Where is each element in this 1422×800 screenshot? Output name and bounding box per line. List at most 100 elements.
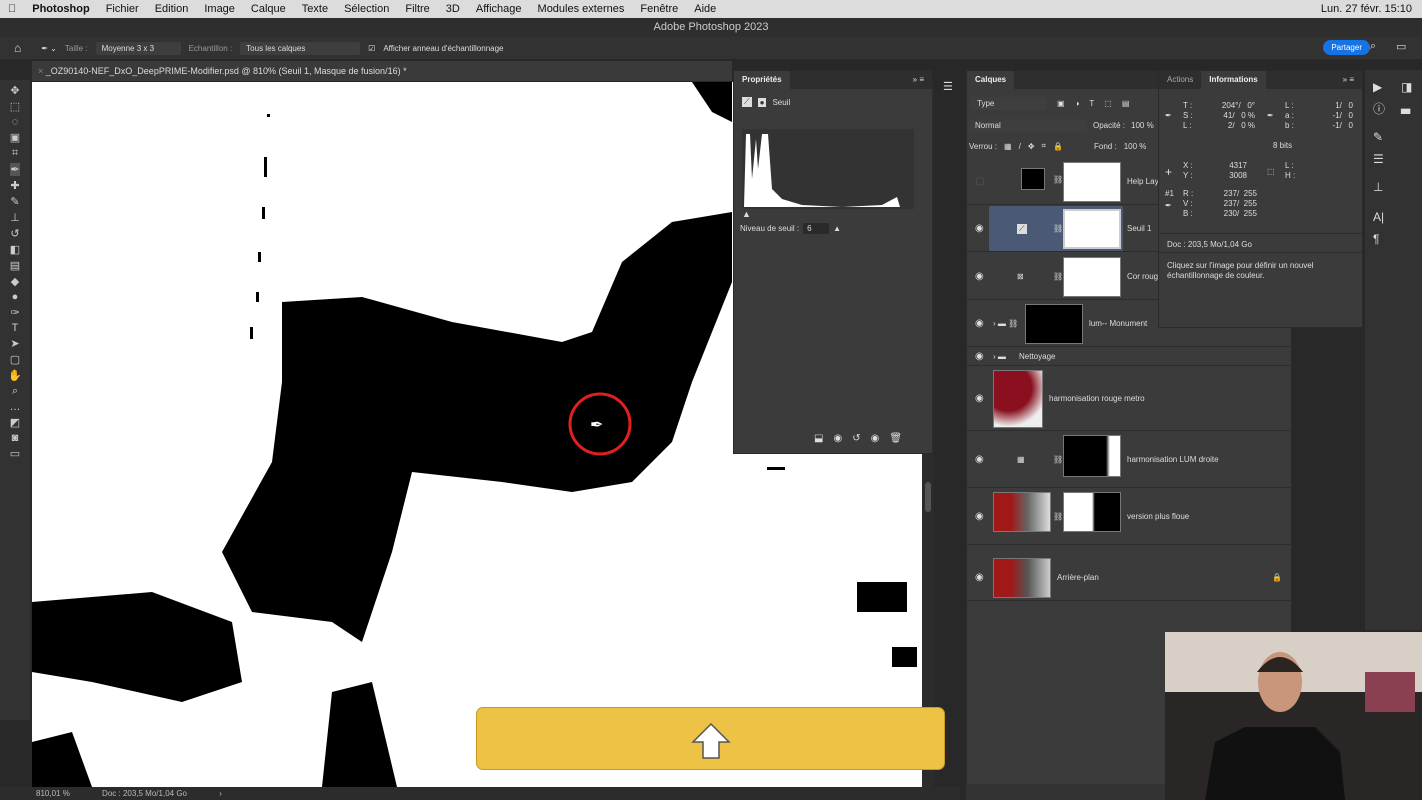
layer-group-row[interactable]: ◉ › ▬ Nettoyage — [967, 348, 1293, 366]
layer-mask-thumb[interactable] — [1063, 257, 1121, 297]
share-button[interactable]: Partager — [1323, 40, 1370, 55]
group-mask-thumb[interactable] — [1025, 304, 1083, 344]
more-tools-icon[interactable]: … — [10, 401, 21, 413]
size-select[interactable]: Moyenne 3 x 3 — [95, 41, 181, 55]
panel-menu-icon[interactable]: » ≡ — [1335, 71, 1362, 89]
layer-name[interactable]: Help Lay — [1127, 177, 1159, 186]
eye-icon[interactable]: ◉ — [975, 223, 984, 234]
info-icon[interactable]: ⓘ — [1373, 100, 1385, 117]
layer-name[interactable]: Nettoyage — [1019, 352, 1055, 361]
eye-icon[interactable]: ◉ — [975, 271, 984, 282]
layer-row[interactable]: ◉ harmonisation rouge metro — [967, 367, 1293, 431]
layer-mask-thumb[interactable] — [1063, 162, 1121, 202]
histogram-icon[interactable]: ▃ — [1401, 100, 1410, 114]
lock-all-icon[interactable]: 🔒 — [1053, 142, 1063, 151]
layer-name[interactable]: harmonisation LUM droite — [1127, 455, 1219, 464]
layer-name[interactable]: Cor roug — [1127, 272, 1158, 281]
link-icon[interactable]: ⛓ — [1053, 175, 1063, 184]
gradient-tool-icon[interactable]: ▤ — [10, 259, 20, 272]
eye-icon[interactable]: ◉ — [975, 318, 984, 329]
close-icon[interactable]: × — [38, 66, 46, 76]
dodge-tool-icon[interactable]: ● — [12, 291, 19, 303]
layer-thumb[interactable] — [993, 492, 1051, 532]
quick-mask-icon[interactable]: ◙ — [12, 432, 19, 444]
blend-mode-select[interactable]: Normal — [969, 119, 1087, 132]
visibility-toggle[interactable]: ▢ — [975, 176, 984, 187]
search-icon[interactable]: ⌕ — [1370, 40, 1376, 53]
link-icon[interactable]: ⛓ — [1053, 455, 1063, 464]
mask-icon[interactable]: ● — [757, 97, 767, 107]
zoom-tool-icon[interactable]: ⌕ — [12, 385, 18, 398]
layer-name[interactable]: Arrière-plan — [1057, 573, 1099, 582]
sample-select[interactable]: Tous les calques — [240, 41, 361, 55]
shape-tool-icon[interactable]: ▢ — [10, 353, 20, 366]
eyedropper-tool-icon[interactable]: ✒ — [10, 163, 20, 176]
menu-photoshop[interactable]: Photoshop — [32, 3, 89, 15]
lock-paint-icon[interactable]: / — [1019, 142, 1021, 151]
eye-icon[interactable]: ◉ — [975, 511, 984, 522]
reset-icon[interactable]: ↺ — [852, 433, 860, 444]
actions-tab[interactable]: Actions — [1159, 71, 1201, 89]
menu-fenetre[interactable]: Fenêtre — [640, 3, 678, 15]
view-previous-icon[interactable]: ◉ — [833, 433, 842, 444]
layer-name[interactable]: version plus floue — [1127, 512, 1189, 521]
path-select-icon[interactable]: ➤ — [10, 337, 19, 350]
menu-aide[interactable]: Aide — [694, 3, 716, 15]
informations-tab[interactable]: Informations — [1201, 71, 1266, 89]
workspace-icon[interactable]: ▭ — [1396, 40, 1406, 53]
folder-icon[interactable]: › ▬ — [993, 352, 1006, 361]
clip-icon[interactable]: ⬓ — [814, 433, 823, 444]
layer-mask-thumb[interactable] — [1063, 492, 1121, 532]
fill-input[interactable]: 100 % — [1124, 142, 1147, 151]
healing-tool-icon[interactable]: ✚ — [10, 179, 19, 192]
hand-tool-icon[interactable]: ✋ — [8, 369, 22, 382]
menu-image[interactable]: Image — [204, 3, 235, 15]
home-icon[interactable]: ⌂ — [14, 41, 21, 55]
eraser-tool-icon[interactable]: ◧ — [10, 243, 20, 256]
document-tab[interactable]: × _OZ90140-NEF_DxO_DeepPRIME-Modifier.ps… — [32, 61, 732, 81]
opacity-input[interactable]: 100 % — [1131, 121, 1154, 130]
threshold-input[interactable]: 6 — [803, 223, 830, 234]
character-icon[interactable]: A| — [1373, 210, 1384, 224]
layer-mask-thumb[interactable] — [1063, 209, 1121, 249]
zoom-level[interactable]: 810,01 % — [36, 789, 70, 798]
move-tool-icon[interactable]: ✥ — [10, 84, 19, 97]
layer-row[interactable]: ◉ ▦ ⛓ harmonisation LUM droite — [967, 432, 1293, 488]
adjust-icon[interactable]: ☰ — [1373, 152, 1384, 166]
filter-pixel-icon[interactable]: ▣ — [1057, 99, 1065, 108]
folder-icon[interactable]: › ▬ ⛓ — [993, 319, 1018, 328]
lock-pixels-icon[interactable]: ▦ — [1004, 142, 1012, 151]
threshold-slider-handle[interactable]: ▲ — [742, 209, 751, 219]
marquee-tool-icon[interactable]: ⬚ — [10, 100, 20, 113]
filter-shape-icon[interactable]: ⬚ — [1104, 99, 1112, 108]
clock[interactable]: Lun. 27 févr. 15:10 — [1321, 3, 1412, 15]
lock-artboard-icon[interactable]: ⌗ — [1042, 141, 1047, 151]
lasso-tool-icon[interactable]: ◌ — [12, 116, 19, 128]
adjustments-dock-icon[interactable]: ☰ — [943, 80, 953, 93]
eye-icon[interactable]: ◉ — [975, 454, 984, 465]
menu-filtre[interactable]: Filtre — [405, 3, 429, 15]
layer-name[interactable]: lum-- Monument — [1089, 319, 1147, 328]
filter-adjust-icon[interactable]: ◑ — [1075, 99, 1080, 108]
eye-icon[interactable]: ◉ — [975, 393, 984, 404]
menu-3d[interactable]: 3D — [446, 3, 460, 15]
layer-filter-select[interactable]: Type — [971, 97, 1047, 110]
type-tool-icon[interactable]: T — [12, 322, 19, 334]
stamp-tool-icon[interactable]: ⊥ — [10, 211, 20, 224]
filter-smart-icon[interactable]: ▤ — [1122, 99, 1130, 108]
properties-tab[interactable]: Propriétés — [734, 71, 790, 89]
layers-tab[interactable]: Calques — [967, 71, 1015, 89]
layer-name[interactable]: harmonisation rouge metro — [1049, 394, 1145, 403]
select-tool-icon[interactable]: ▣ — [10, 131, 20, 144]
link-icon[interactable]: ⛓ — [1053, 224, 1063, 233]
menu-edition[interactable]: Edition — [155, 3, 189, 15]
brush-settings-icon[interactable]: ✎ — [1373, 130, 1383, 144]
layer-thumb[interactable] — [993, 558, 1051, 598]
layer-mask-thumb[interactable] — [1063, 435, 1121, 477]
delete-icon[interactable]: 🗑 — [889, 433, 902, 444]
eye-icon[interactable]: ◉ — [975, 572, 984, 583]
layer-thumb[interactable] — [993, 370, 1043, 428]
eye-icon[interactable]: ◉ — [975, 351, 984, 362]
crop-tool-icon[interactable]: ⌗ — [12, 147, 18, 160]
lock-position-icon[interactable]: ✥ — [1028, 142, 1035, 151]
